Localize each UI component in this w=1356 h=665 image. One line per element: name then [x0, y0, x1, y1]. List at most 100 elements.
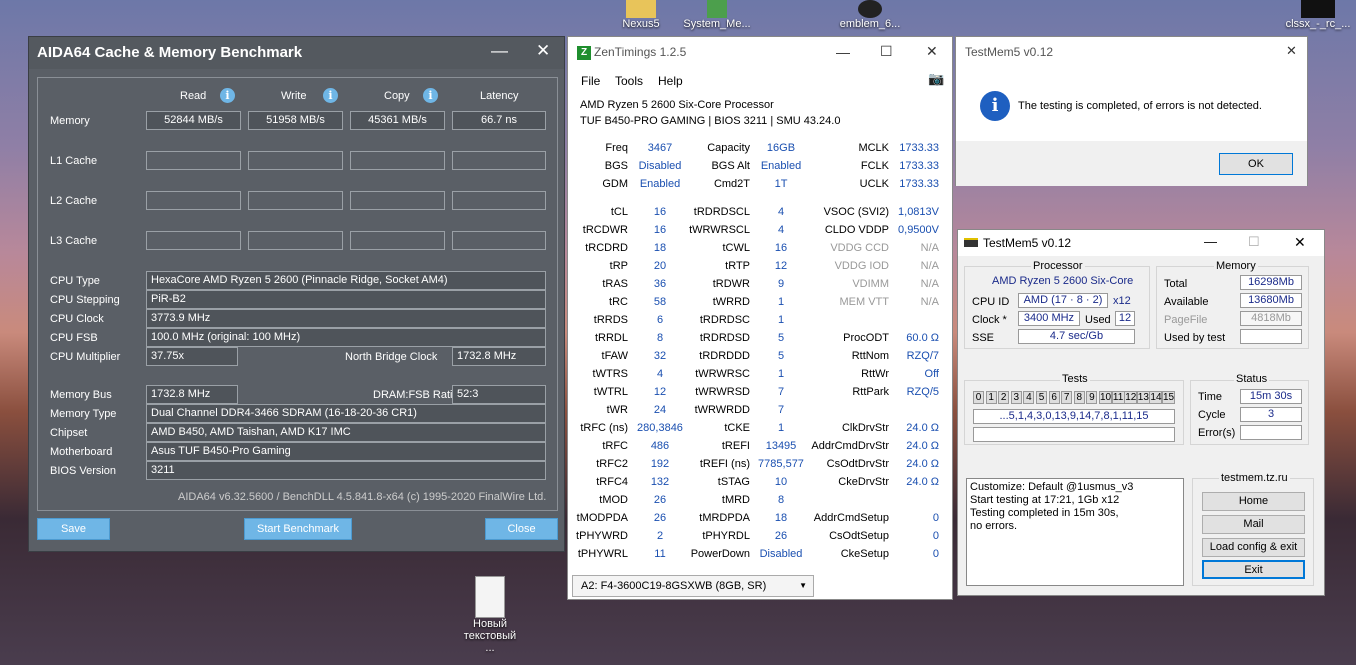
log-line: Testing completed in 15m 30s,	[970, 507, 1119, 519]
minimize-icon[interactable]: —	[1204, 234, 1217, 249]
timing-value: N/A	[920, 278, 939, 290]
test-cell: 14	[1149, 391, 1163, 404]
timing-label: CLDO VDDP	[824, 224, 889, 236]
test-cell: 2	[998, 391, 1010, 404]
timing-label: tCWL	[722, 242, 751, 254]
memory-write: 51958 MB/s	[248, 111, 343, 130]
test-cell: 4	[1023, 391, 1035, 404]
timing-value: 0	[932, 548, 939, 560]
timing-label: tMRD	[721, 494, 750, 506]
log-line: Start testing at 17:21, 1Gb x12	[970, 494, 1120, 506]
file-icon	[1301, 0, 1335, 18]
clock-value: 3400 MHz	[1018, 311, 1080, 326]
timing-label: RttPark	[852, 386, 889, 398]
exit-button[interactable]: Exit	[1202, 560, 1305, 579]
close-icon[interactable]: ✕	[536, 41, 550, 61]
window-title: AIDA64 Cache & Memory Benchmark	[29, 37, 564, 69]
cpuid-value: AMD (17 · 8 · 2)	[1018, 293, 1108, 308]
timing-label: tRFC (ns)	[580, 422, 628, 434]
start-benchmark-button[interactable]: Start Benchmark	[244, 518, 352, 540]
timing-label: tRDWR	[712, 278, 750, 290]
load-config-exit-button[interactable]: Load config & exit	[1202, 538, 1305, 557]
timing-label: tWRWRSC	[695, 368, 750, 380]
aida-footer: AIDA64 v6.32.5600 / BenchDLL 4.5.841.8-x…	[178, 491, 547, 503]
total-value: 16298Mb	[1240, 275, 1302, 290]
timing-label: tMODPDA	[576, 512, 628, 524]
home-button[interactable]: Home	[1202, 492, 1305, 511]
processor-heading: Processor	[1031, 260, 1085, 272]
timing-label: tRDRDSD	[699, 332, 750, 344]
camera-icon[interactable]: 📷	[928, 71, 944, 87]
col-latency: Latency	[480, 90, 519, 102]
timing-label: tMRDPDA	[699, 512, 750, 524]
aida64-window: AIDA64 Cache & Memory Benchmark — ✕ Read…	[28, 36, 565, 552]
desktop-icon-clssx[interactable]: clssx_-_rc_...	[1280, 0, 1356, 30]
dimm-select-value: A2: F4-3600C19-8GSXWB (8GB, SR)	[581, 580, 767, 592]
timing-label: BGS Alt	[711, 160, 750, 172]
timing-label: tSTAG	[717, 476, 750, 488]
sse-label: SSE	[972, 332, 995, 344]
chipset-label: Chipset	[50, 427, 88, 439]
maximize-icon[interactable]: ☐	[1248, 234, 1260, 250]
mail-button[interactable]: Mail	[1202, 515, 1305, 534]
row-label-l3: L3 Cache	[50, 235, 98, 247]
close-icon[interactable]: ✕	[1286, 43, 1297, 59]
processor-name: AMD Ryzen 5 2600 Six-Core	[992, 275, 1134, 287]
desktop-icon-emblem[interactable]: emblem_6...	[830, 0, 910, 30]
desktop-icon-nexus5[interactable]: Nexus5	[601, 0, 681, 30]
l1-latency	[452, 151, 546, 170]
timing-label: AddrCmdDrvStr	[811, 440, 889, 452]
window-title: ZenTimings 1.2.5	[594, 45, 687, 59]
window-title: TestMem5 v0.12	[983, 236, 1072, 250]
board-info: TUF B450-PRO GAMING | BIOS 3211 | SMU 43…	[580, 115, 841, 127]
menu-help[interactable]: Help	[658, 74, 683, 88]
timing-label: RttWr	[861, 368, 889, 380]
pagefile-label: PageFile	[1164, 314, 1208, 326]
timing-label: tRP	[609, 260, 628, 272]
menu-tools[interactable]: Tools	[615, 74, 643, 88]
timing-value: 1	[777, 314, 785, 326]
timing-label: tWTRS	[592, 368, 628, 380]
desktop-icon-new-text[interactable]: Новый текстовый ...	[450, 576, 530, 654]
minimize-icon[interactable]: —	[836, 44, 850, 60]
timing-value: 7	[777, 404, 785, 416]
l1-write	[248, 151, 343, 170]
used-by-test-value	[1240, 329, 1302, 344]
info-icon[interactable]: i	[220, 88, 235, 103]
dialog-footer: OK	[956, 141, 1307, 186]
memory-heading: Memory	[1214, 260, 1258, 272]
info-icon[interactable]: i	[323, 88, 338, 103]
memory-copy: 45361 MB/s	[350, 111, 445, 130]
timing-label: tWRWRSCL	[689, 224, 750, 236]
dimm-select[interactable]: A2: F4-3600C19-8GSXWB (8GB, SR) ▼	[572, 575, 814, 597]
cpu-type-value: HexaCore AMD Ryzen 5 2600 (Pinnacle Ridg…	[146, 271, 546, 290]
chevron-down-icon: ▼	[799, 581, 807, 590]
timing-value: 1733.33	[899, 178, 939, 190]
timing-label: tMOD	[599, 494, 628, 506]
save-button[interactable]: Save	[37, 518, 110, 540]
timing-value: RZQ/7	[906, 350, 939, 362]
timing-label: UCLK	[859, 178, 889, 190]
l2-read	[146, 191, 241, 210]
timing-value: N/A	[920, 242, 939, 254]
timing-label: PowerDown	[690, 548, 750, 560]
info-icon[interactable]: i	[423, 88, 438, 103]
col-copy: Copy	[384, 90, 410, 102]
timing-label: tWRWRSD	[695, 386, 750, 398]
timing-label: tREFI (ns)	[699, 458, 750, 470]
close-icon[interactable]: ✕	[1294, 234, 1306, 251]
maximize-icon[interactable]: ☐	[880, 43, 893, 60]
timing-label: CsOdtSetup	[829, 530, 889, 542]
timing-label: tRCDRD	[585, 242, 628, 254]
menu-file[interactable]: File	[581, 74, 600, 88]
minimize-icon[interactable]: —	[491, 41, 508, 61]
timing-label: tRC	[609, 296, 628, 308]
timing-label: VDDG CCD	[830, 242, 889, 254]
desktop-icon-system-me[interactable]: System_Me...	[677, 0, 757, 30]
col-read: Read	[180, 90, 207, 102]
l2-write	[248, 191, 343, 210]
close-icon[interactable]: ✕	[926, 43, 938, 60]
close-button[interactable]: Close	[485, 518, 558, 540]
ok-button[interactable]: OK	[1219, 153, 1293, 175]
timing-value: 0,9500V	[898, 224, 939, 236]
